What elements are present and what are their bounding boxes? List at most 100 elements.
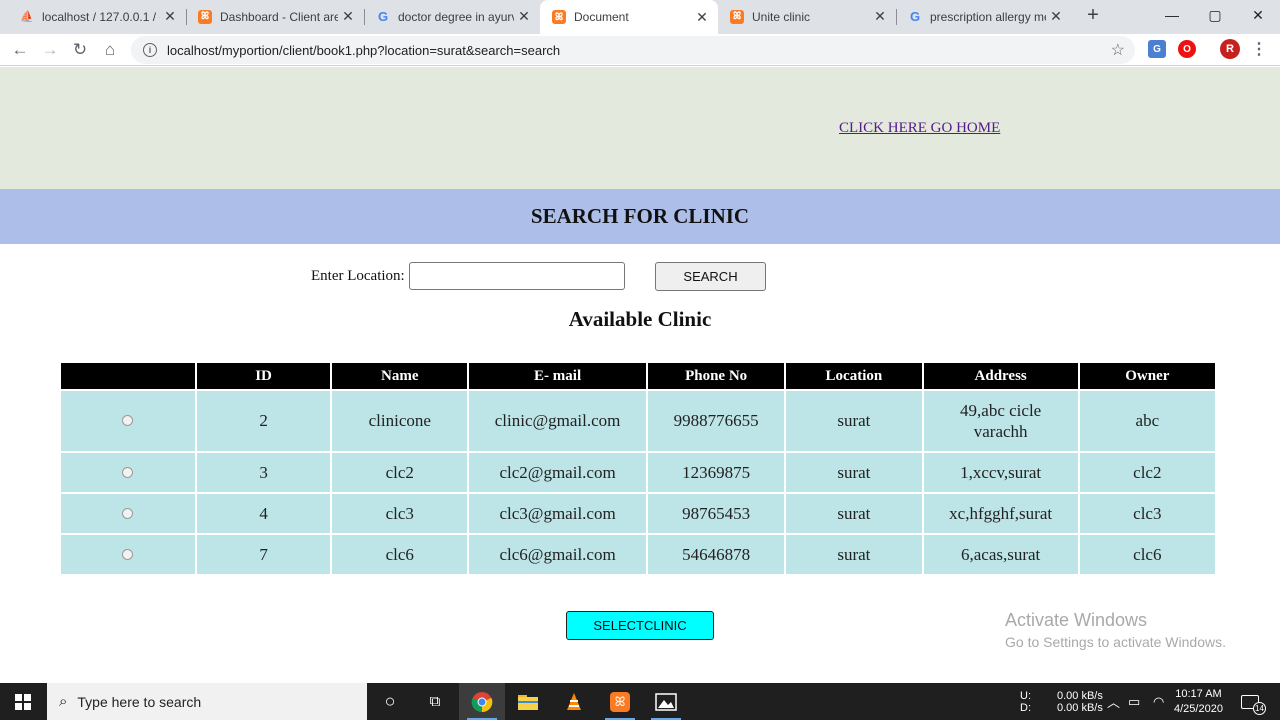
location-cell: surat (786, 535, 922, 574)
wifi-icon[interactable]: ◠ (1153, 683, 1164, 720)
table-row: 2 clinicone clinic@gmail.com 9988776655 … (61, 391, 1215, 451)
net-down-value: 0.00 kB/s (1057, 701, 1103, 714)
vlc-icon[interactable] (551, 683, 597, 720)
xampp-icon: ꕤ (552, 10, 566, 24)
cortana-icon[interactable]: ○ (367, 683, 413, 720)
home-link[interactable]: CLICK HERE GO HOME (839, 120, 1000, 137)
tab-title: localhost / 127.0.0.1 / c (42, 9, 160, 24)
table-row: 4 clc3 clc3@gmail.com 98765453 surat xc,… (61, 494, 1215, 533)
translate-extension-icon[interactable]: G (1148, 40, 1166, 58)
name-cell: clinicone (332, 391, 468, 451)
tab-title: doctor degree in ayurve (398, 9, 514, 24)
notification-count: 14 (1253, 701, 1266, 715)
clock[interactable]: 10:17 AM 4/25/2020 (1174, 683, 1223, 720)
watermark-subtitle: Go to Settings to activate Windows. (1005, 634, 1226, 650)
xampp-icon: ꕤ (198, 9, 212, 24)
clinic-radio[interactable] (122, 548, 134, 560)
task-view-icon[interactable]: ⧉ (412, 683, 458, 720)
info-icon[interactable]: i (143, 43, 157, 57)
activate-windows-watermark: Activate Windows Go to Settings to activ… (1005, 610, 1226, 650)
phone-cell: 12369875 (648, 453, 785, 492)
image-icon (655, 692, 677, 711)
owner-cell: clc3 (1079, 494, 1215, 533)
location-cell: surat (786, 494, 922, 533)
clinic-radio[interactable] (122, 466, 134, 478)
chrome-taskbar-icon[interactable] (459, 683, 505, 720)
forward-button[interactable]: → (38, 38, 62, 62)
xampp-taskbar-icon[interactable]: ꕤ (597, 683, 643, 720)
notification-center-icon[interactable]: 14 (1241, 683, 1266, 720)
close-icon[interactable]: ✕ (1046, 8, 1066, 25)
start-button[interactable] (0, 683, 46, 720)
battery-icon[interactable]: ▭ (1128, 683, 1140, 720)
back-button[interactable]: ← (8, 38, 32, 62)
avatar[interactable]: R (1220, 39, 1240, 59)
more-menu-icon[interactable]: ⋮ (1250, 40, 1268, 58)
table-row: 7 clc6 clc6@gmail.com 54646878 surat 6,a… (61, 535, 1215, 574)
tab-dashboard[interactable]: ꕤ Dashboard - Client area ✕ (186, 0, 364, 33)
file-explorer-icon[interactable] (505, 683, 551, 720)
phone-cell: 54646878 (648, 535, 785, 574)
tab-unite-clinic[interactable]: ꕤ Unite clinic ✕ (718, 0, 896, 33)
new-tab-button[interactable]: + (1081, 4, 1105, 27)
clinic-radio[interactable] (122, 415, 134, 426)
close-icon[interactable]: ✕ (870, 8, 890, 25)
window-close-button[interactable]: ✕ (1235, 0, 1280, 30)
close-icon[interactable]: ✕ (692, 9, 712, 26)
close-icon[interactable]: ✕ (338, 8, 358, 25)
id-cell: 3 (196, 453, 331, 492)
watermark-title: Activate Windows (1005, 610, 1148, 630)
table-row: 3 clc2 clc2@gmail.com 12369875 surat 1,x… (61, 453, 1215, 492)
photos-taskbar-icon[interactable] (643, 683, 689, 720)
chrome-icon (471, 691, 493, 712)
phone-cell: 9988776655 (648, 391, 785, 451)
minimize-button[interactable]: — (1149, 0, 1195, 30)
clinic-radio[interactable] (122, 507, 134, 519)
reload-button[interactable]: ↻ (68, 38, 92, 62)
email-cell: clc3@gmail.com (469, 494, 647, 533)
address-cell: 49,abc cicle varachh (923, 391, 1078, 451)
clock-time: 10:17 AM (1175, 687, 1222, 700)
browser-toolbar: ← → ↻ ⌂ i localhost/myportion/client/boo… (0, 34, 1280, 66)
home-button[interactable]: ⌂ (98, 38, 122, 62)
tab-phpmyadmin[interactable]: ⛵ localhost / 127.0.0.1 / c ✕ (8, 0, 186, 33)
tab-google-prescription[interactable]: G prescription allergy me ✕ (896, 0, 1072, 33)
email-cell: clc6@gmail.com (469, 535, 647, 574)
available-clinic-heading: Available Clinic (568, 307, 712, 331)
header-area: CLICK HERE GO HOME (0, 67, 1280, 189)
column-header-owner: Owner (1079, 363, 1215, 389)
tab-title: Document (574, 10, 629, 24)
taskbar-search-box[interactable]: ⌕ Type here to search (47, 683, 367, 720)
location-cell: surat (786, 453, 922, 492)
column-header-location: Location (786, 363, 922, 389)
close-icon[interactable]: ✕ (514, 8, 534, 25)
owner-cell: clc2 (1079, 453, 1215, 492)
opera-extension-icon[interactable]: O (1178, 40, 1196, 58)
tab-document[interactable]: ꕤ Document ✕ (540, 0, 718, 34)
select-cell (61, 453, 195, 492)
owner-cell: clc6 (1079, 535, 1215, 574)
id-cell: 7 (196, 535, 331, 574)
browser-tab-strip: ⛵ localhost / 127.0.0.1 / c ✕ ꕤ Dashboar… (0, 0, 1280, 34)
location-input[interactable] (408, 262, 625, 290)
select-cell (61, 494, 195, 533)
search-icon: ⌕ (59, 693, 68, 710)
select-clinic-button[interactable]: SELECTCLINIC (566, 611, 714, 640)
phpmyadmin-icon: ⛵ (20, 11, 34, 23)
search-button[interactable]: SEARCH (655, 262, 766, 291)
tab-title: prescription allergy me (930, 9, 1046, 24)
email-cell: clinic@gmail.com (469, 391, 647, 451)
column-header-id: ID (196, 363, 331, 389)
location-cell: surat (786, 391, 922, 451)
close-icon[interactable]: ✕ (160, 8, 180, 25)
maximize-button[interactable]: ▢ (1192, 0, 1238, 30)
net-up-label: U: (1020, 689, 1031, 702)
xampp-icon: ꕤ (730, 9, 744, 24)
bookmark-star-icon[interactable]: ☆ (1111, 40, 1125, 60)
taskbar-search-placeholder: Type here to search (77, 693, 202, 710)
address-bar[interactable]: i localhost/myportion/client/book1.php?l… (131, 36, 1135, 64)
name-cell: clc2 (332, 453, 468, 492)
chevron-up-icon[interactable]: ︿ (1107, 683, 1120, 720)
tab-google-doctor[interactable]: G doctor degree in ayurve ✕ (364, 0, 540, 33)
address-cell: xc,hfgghf,surat (923, 494, 1078, 533)
